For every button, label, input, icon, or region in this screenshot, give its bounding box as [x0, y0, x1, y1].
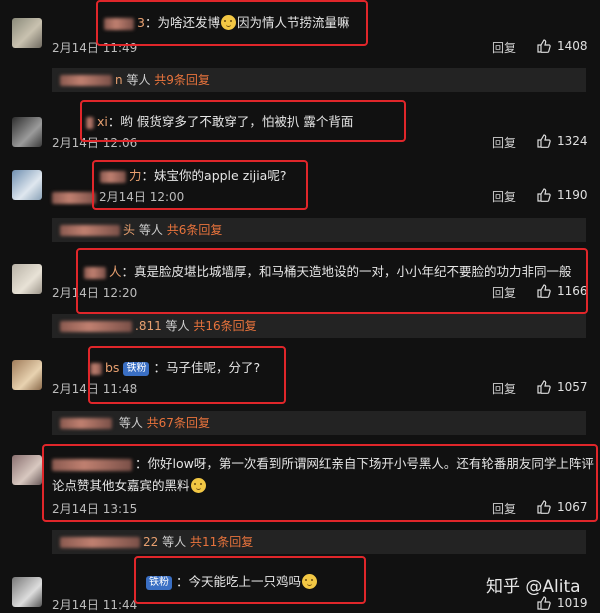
thumbs-up-icon — [537, 134, 551, 148]
comment-text: 哟 假货穿多了不敢穿了，怕被扒 露个背面 — [120, 114, 354, 129]
reply-button[interactable]: 回复 — [492, 380, 516, 397]
reply-summary[interactable]: n 等人 共9条回复 — [52, 68, 586, 92]
comment-text-2: 因为情人节捞流量嘛 — [236, 15, 350, 30]
avatar[interactable] — [12, 455, 42, 485]
username-blurred[interactable] — [84, 266, 106, 279]
like-button[interactable]: 1166 — [537, 284, 588, 298]
like-count: 1067 — [557, 500, 588, 514]
like-button[interactable]: 1324 — [537, 134, 588, 148]
username[interactable]: xi — [97, 114, 108, 129]
timestamp: 2月14日 12:06 — [52, 136, 138, 150]
timestamp: 2月14日 12:00 — [52, 188, 184, 205]
fan-badge: 铁粉 — [146, 576, 172, 590]
comment-body: ：你好low呀，第一次看到所谓网红亲自下场开小号黑人。还有轮番朋友同学上阵评 — [52, 453, 594, 472]
comment-body: bs 铁粉 ：马子佳呢，分了? — [90, 357, 260, 376]
comment-body: 人：真是脸皮堪比城墙厚，和马桶天造地设的一对，小小年纪不要脸的功力非同一般 — [84, 261, 572, 280]
highlight-box — [76, 248, 588, 314]
comment-text: 你好low呀，第一次看到所谓网红亲自下场开小号黑人。还有轮番朋友同学上阵评 — [147, 456, 594, 471]
username-blurred[interactable] — [104, 17, 134, 30]
username-blurred[interactable] — [90, 362, 102, 375]
reply-button[interactable]: 回复 — [492, 284, 516, 301]
comment-body-line2: 论点赞其他女嘉宾的黑料 — [52, 475, 207, 494]
username[interactable]: 3 — [137, 15, 145, 30]
like-button[interactable]: 1408 — [537, 39, 588, 53]
comment-text: 真是脸皮堪比城墙厚，和马桶天造地设的一对，小小年纪不要脸的功力非同一般 — [134, 264, 572, 279]
like-count: 1190 — [557, 188, 588, 202]
username-blurred — [60, 537, 140, 548]
comment-text: 马子佳呢，分了? — [165, 360, 261, 375]
thumbs-up-icon — [537, 284, 551, 298]
username-blurred[interactable] — [86, 116, 94, 129]
like-count: 1057 — [557, 380, 588, 394]
username-blurred — [60, 321, 132, 332]
like-button[interactable]: 1057 — [537, 380, 588, 394]
reply-button[interactable]: 回复 — [492, 134, 516, 151]
like-button[interactable]: 1019 — [537, 596, 588, 610]
fan-badge: 铁粉 — [123, 362, 150, 376]
username-blurred — [60, 75, 112, 86]
reply-summary[interactable]: 22 等人 共11条回复 — [52, 530, 586, 554]
avatar[interactable] — [12, 18, 42, 48]
username[interactable]: bs — [105, 360, 119, 375]
timestamp: 2月14日 12:20 — [52, 286, 138, 300]
reply-count: 共11条回复 — [189, 535, 254, 549]
reply-summary[interactable]: 等人 共67条回复 — [52, 411, 586, 435]
watermark: 知乎 @Alita — [486, 577, 581, 597]
avatar[interactable] — [12, 170, 42, 200]
reply-summary[interactable]: .811 等人 共16条回复 — [52, 314, 586, 338]
thumbs-up-icon — [537, 596, 551, 610]
comment-body: 铁粉 ：今天能吃上一只鸡吗 — [142, 571, 318, 590]
reply-count: 共6条回复 — [166, 223, 223, 237]
like-count: 1166 — [557, 284, 588, 298]
username[interactable]: 人 — [109, 264, 122, 279]
thumbs-up-icon — [537, 39, 551, 53]
comment-text: 妹宝你的apple zijia呢? — [154, 168, 287, 183]
like-count: 1408 — [557, 39, 588, 53]
thumbs-up-icon — [537, 380, 551, 394]
comment-body: xi：哟 假货穿多了不敢穿了，怕被扒 露个背面 — [86, 111, 353, 130]
username-blurred[interactable] — [52, 458, 132, 471]
timestamp: 2月14日 11:48 — [52, 382, 138, 396]
comment-body: 力：妹宝你的apple zijia呢? — [100, 165, 286, 184]
like-button[interactable]: 1190 — [537, 188, 588, 202]
reply-summary[interactable]: 头 等人 共6条回复 — [52, 218, 586, 242]
reply-button[interactable]: 回复 — [492, 39, 516, 56]
username-blurred — [60, 225, 120, 236]
like-count: 1019 — [557, 596, 588, 610]
like-count: 1324 — [557, 134, 588, 148]
username-blurred[interactable] — [100, 170, 126, 183]
avatar[interactable] — [12, 360, 42, 390]
comment-text: 为啥还发博 — [157, 15, 220, 30]
grimace-emoji-icon — [190, 478, 206, 493]
comment-text: 今天能吃上一只鸡吗 — [188, 574, 302, 589]
timestamp: 2月14日 13:15 — [52, 502, 138, 516]
reply-count: 共67条回复 — [146, 416, 210, 430]
comment-body: 3：为啥还发博 因为情人节捞流量嘛 — [104, 12, 350, 31]
reply-button[interactable]: 回复 — [492, 188, 516, 205]
thumbs-up-icon — [537, 500, 551, 514]
avatar[interactable] — [12, 264, 42, 294]
like-button[interactable]: 1067 — [537, 500, 588, 514]
doge-emoji-icon — [302, 574, 318, 589]
reply-count: 共16条回复 — [193, 319, 257, 333]
reply-button[interactable]: 回复 — [492, 500, 516, 517]
thumbs-up-icon — [537, 188, 551, 202]
username-blurred — [60, 418, 112, 429]
avatar[interactable] — [12, 577, 42, 607]
reply-count: 共9条回复 — [154, 73, 210, 87]
doge-emoji-icon — [220, 15, 236, 30]
timestamp: 2月14日 11:44 — [52, 598, 138, 612]
avatar[interactable] — [12, 117, 42, 147]
username[interactable]: 力 — [129, 168, 142, 183]
timestamp: 2月14日 11:49 — [52, 41, 138, 55]
